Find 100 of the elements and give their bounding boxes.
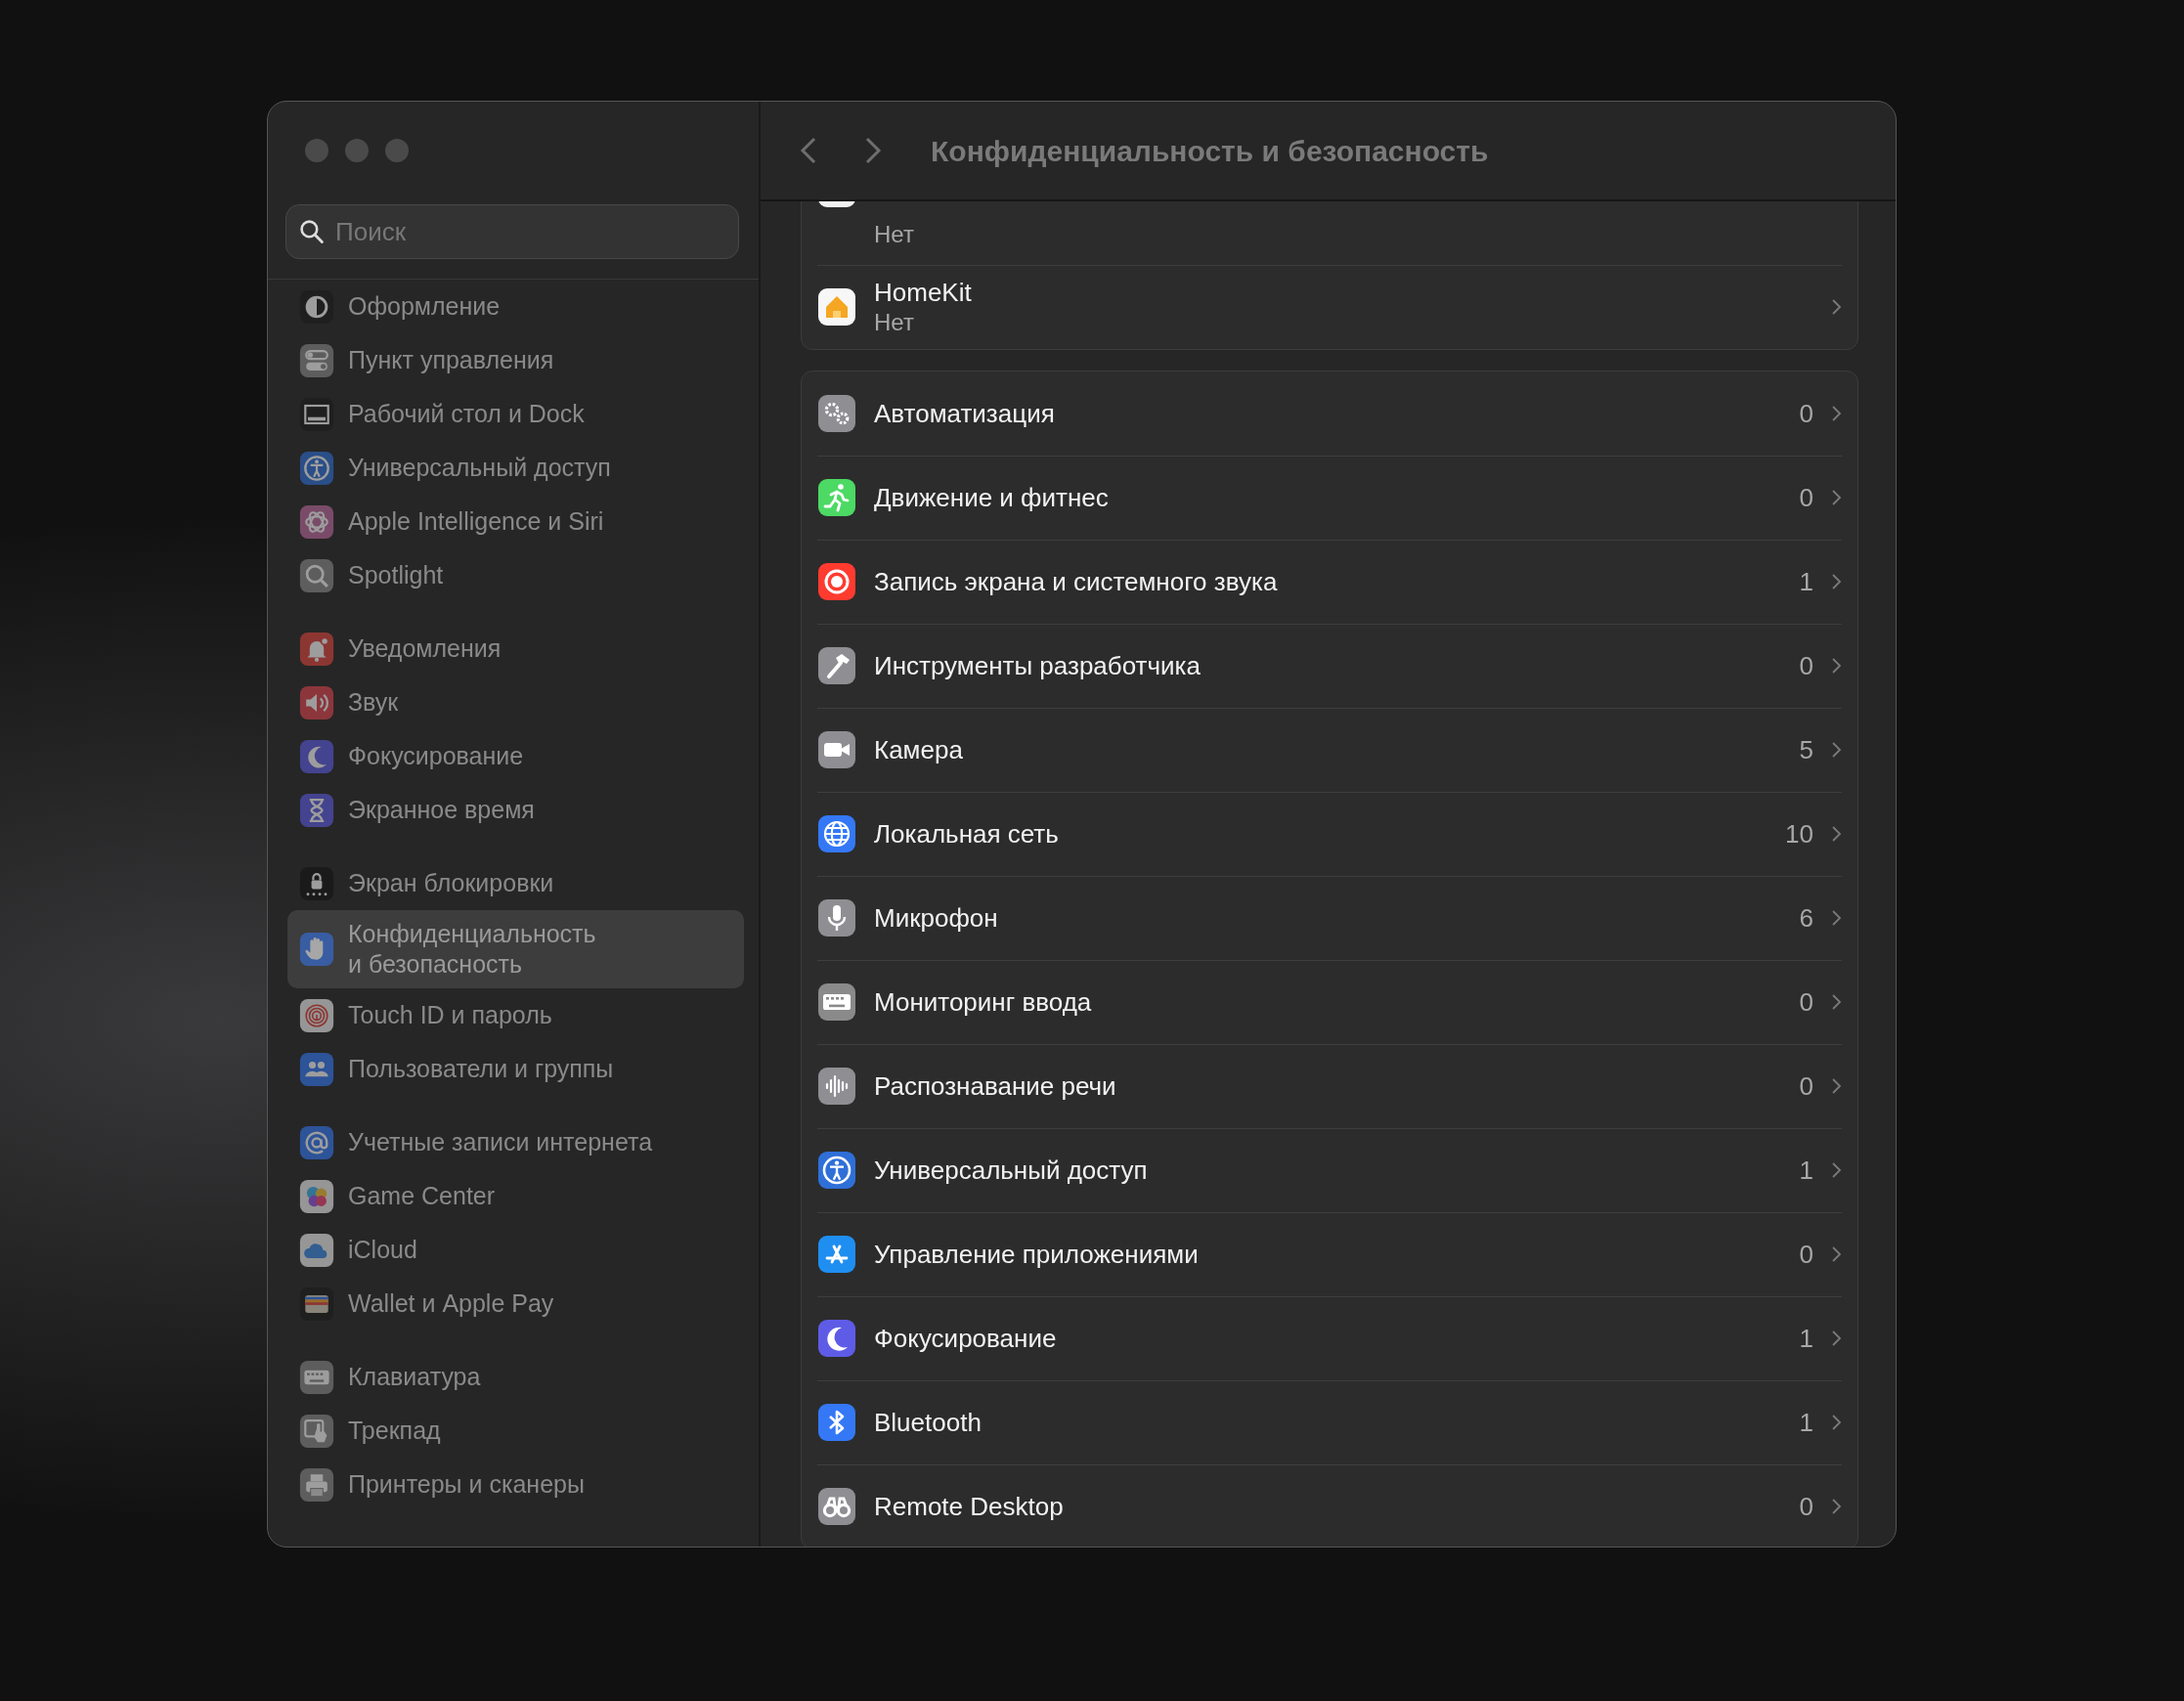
keyboard-icon (817, 982, 856, 1022)
house-icon (817, 287, 856, 327)
count-label: 1 (1799, 1406, 1813, 1439)
hourglass-icon (299, 792, 334, 828)
sidebar-item[interactable]: Рабочий стол и Dock (287, 387, 744, 441)
toggle-switches-icon (299, 342, 334, 378)
printer-icon (299, 1466, 334, 1503)
privacy-row[interactable]: Движение и фитнес 0 (802, 456, 1857, 540)
count-label: 0 (1799, 1069, 1813, 1103)
sidebar-item[interactable]: Touch ID и пароль (287, 988, 744, 1042)
fingerprint-icon (299, 997, 334, 1033)
chevron-icon (1831, 992, 1842, 1012)
cloud-icon (299, 1232, 334, 1268)
bubbles-icon (299, 1178, 334, 1214)
keyboard-icon (299, 1359, 334, 1395)
chevron-icon (1831, 908, 1842, 928)
sidebar-item[interactable]: Экранное время (287, 783, 744, 837)
chevron-icon (1831, 824, 1842, 844)
row-subtitle: Нет (874, 220, 915, 249)
gears-icon (817, 394, 856, 433)
sidebar-item[interactable]: Фокусирование (287, 729, 744, 783)
count-label: 5 (1799, 733, 1813, 766)
app-store-icon (817, 1235, 856, 1274)
wallet-icon (299, 1286, 334, 1322)
lock-icon (299, 865, 334, 901)
window-title: Конфиденциальность и безопасность (931, 133, 1489, 169)
privacy-row[interactable]: Универсальный доступ 1 (802, 1128, 1857, 1212)
count-label: 0 (1799, 481, 1813, 514)
count-label: 0 (1799, 1490, 1813, 1523)
chevron-icon (1831, 404, 1842, 423)
count-label: 0 (1799, 985, 1813, 1019)
chevron-icon (1831, 297, 1842, 317)
privacy-row[interactable]: Микрофон 6 (802, 876, 1857, 960)
count-label: 6 (1799, 901, 1813, 935)
sidebar-item[interactable]: Трекпад (287, 1404, 744, 1458)
privacy-row[interactable]: Запись экрана и системного звука 1 (802, 540, 1857, 624)
privacy-row[interactable]: Управление приложениями 0 (802, 1212, 1857, 1296)
forward-icon (864, 136, 882, 165)
chevron-icon (1831, 572, 1842, 591)
chevron-icon (1831, 740, 1842, 760)
sidebar-item[interactable]: Конфиденциальность и безопасность (287, 910, 744, 988)
privacy-row[interactable]: Мониторинг ввода 0 (802, 960, 1857, 1044)
chevron-icon (1831, 488, 1842, 507)
row-title: Универсальный доступ (874, 1154, 1149, 1187)
sidebar-item[interactable]: Клавиатура (287, 1350, 744, 1404)
sidebar-item[interactable]: Звук (287, 676, 744, 729)
count-label: 1 (1799, 1154, 1813, 1187)
sidebar-item[interactable]: Экран блокировки (287, 856, 744, 910)
privacy-row[interactable]: Bluetooth 1 (802, 1380, 1857, 1464)
privacy-row[interactable]: Камера 5 (802, 708, 1857, 792)
moon-icon (299, 738, 334, 774)
chevron-icon (1831, 1329, 1842, 1348)
chevron-icon (1831, 656, 1842, 676)
row-title: Микрофон (874, 901, 999, 935)
people-icon (299, 1051, 334, 1087)
privacy-row[interactable]: HomeKit Нет (802, 265, 1857, 349)
close-button[interactable] (305, 139, 328, 162)
privacy-row[interactable]: Распознавание речи 0 (802, 1044, 1857, 1128)
privacy-row[interactable]: Remote Desktop 0 (802, 1464, 1857, 1547)
row-title: Remote Desktop (874, 1490, 1065, 1523)
count-label: 0 (1799, 397, 1813, 430)
video-camera-icon (817, 730, 856, 769)
sidebar-item[interactable]: Универсальный доступ (287, 441, 744, 495)
chevron-icon (1831, 1244, 1842, 1264)
row-title: Камера (874, 733, 964, 766)
sidebar-item[interactable]: Game Center (287, 1169, 744, 1223)
search-field[interactable]: Поиск (285, 204, 739, 259)
row-title: Мониторинг ввода (874, 985, 1093, 1019)
sidebar-item[interactable]: Оформление (287, 280, 744, 333)
minimize-button[interactable] (345, 139, 369, 162)
privacy-row[interactable]: Нет (802, 201, 1857, 265)
sidebar-item[interactable]: Принтеры и сканеры (287, 1458, 744, 1511)
zoom-button[interactable] (385, 139, 409, 162)
flower-icon (299, 503, 334, 540)
chevron-icon (1831, 1497, 1842, 1516)
row-title: Движение и фитнес (874, 481, 1110, 514)
privacy-row[interactable]: Локальная сеть 10 (802, 792, 1857, 876)
row-title: Распознавание речи (874, 1069, 1117, 1103)
speaker-icon (299, 684, 334, 720)
row-title: Управление приложениями (874, 1238, 1200, 1271)
bell-icon (299, 631, 334, 667)
accessibility-icon (817, 1151, 856, 1190)
sidebar-item[interactable]: Пункт управления (287, 333, 744, 387)
sidebar-item[interactable]: Wallet и Apple Pay (287, 1277, 744, 1330)
privacy-row[interactable]: Автоматизация 0 (802, 371, 1857, 456)
row-title: Автоматизация (874, 397, 1056, 430)
privacy-row[interactable]: Фокусирование 1 (802, 1296, 1857, 1380)
at-sign-icon (299, 1124, 334, 1160)
sidebar-item[interactable]: Учетные записи интернета (287, 1115, 744, 1169)
hand-icon (299, 932, 334, 967)
waveform-icon (817, 1067, 856, 1106)
hammer-icon (817, 646, 856, 685)
sidebar-item[interactable]: Уведомления (287, 622, 744, 676)
sidebar-item[interactable]: Apple Intelligence и Siri (287, 495, 744, 548)
sidebar-item[interactable]: Spotlight (287, 548, 744, 602)
sidebar-item[interactable]: Пользователи и группы (287, 1042, 744, 1096)
count-label: 10 (1785, 817, 1813, 850)
privacy-row[interactable]: Инструменты разработчика 0 (802, 624, 1857, 708)
magnifier-icon (299, 557, 334, 593)
sidebar-item[interactable]: iCloud (287, 1223, 744, 1277)
